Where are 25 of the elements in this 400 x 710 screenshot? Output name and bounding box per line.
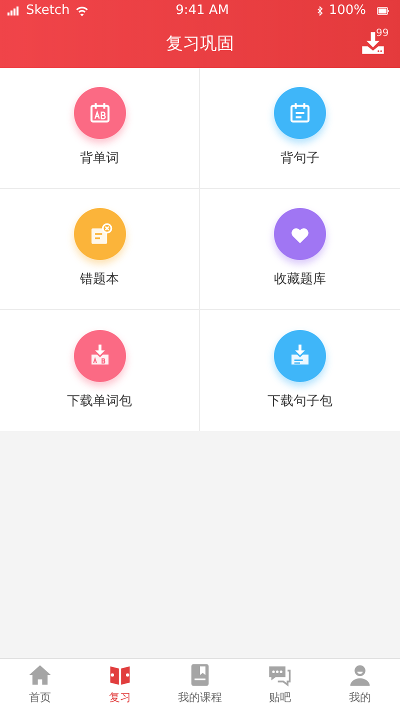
count-label: 99 xyxy=(376,27,389,41)
icon-circle[interactable] xyxy=(74,87,126,140)
tile-label: 下载句子包 xyxy=(268,392,332,411)
tab-item[interactable]: 复习 xyxy=(80,659,160,710)
tile-label: 错题本 xyxy=(80,271,119,290)
download-icon[interactable] xyxy=(360,30,386,56)
wifi-icon xyxy=(74,4,90,18)
icon-circle[interactable] xyxy=(74,330,126,382)
icon-circle[interactable] xyxy=(274,87,326,140)
page-title: 复习巩固 xyxy=(166,33,234,56)
tile-label: 背句子 xyxy=(280,150,320,168)
battery-percent: 100% xyxy=(328,2,366,20)
icon-circle[interactable] xyxy=(74,208,126,260)
tile-label: 背单词 xyxy=(80,150,119,168)
icon-circle[interactable] xyxy=(274,208,326,260)
bluetooth-icon xyxy=(314,4,325,18)
tile-label: 收藏题库 xyxy=(274,271,326,290)
carrier-name: Sketch xyxy=(26,2,70,20)
tab-item[interactable]: 我的课程 xyxy=(160,659,240,710)
tab-item[interactable]: 我的 xyxy=(320,659,400,710)
tile-label: 下载单词包 xyxy=(67,392,132,411)
tab-item[interactable]: 贴吧 xyxy=(240,659,320,710)
icon-circle[interactable] xyxy=(274,330,326,382)
tab-item[interactable]: 首页 xyxy=(0,659,80,710)
status-time: 9:41 AM xyxy=(176,2,230,20)
